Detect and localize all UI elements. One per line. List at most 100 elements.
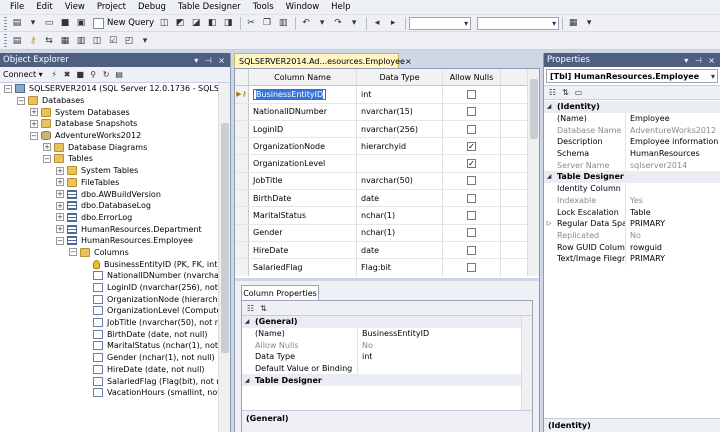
manage-xml-indexes-icon[interactable]: ◫ (90, 34, 104, 47)
property-category[interactable]: ◢ (Identity) (544, 101, 720, 113)
property-row[interactable]: Identity Column (544, 182, 720, 195)
alphabetical-icon[interactable]: ⇅ (258, 303, 269, 314)
data-type-cell[interactable]: nvarchar(256) (357, 120, 443, 138)
xmla-query-icon[interactable]: ◧ (205, 17, 219, 30)
data-type-cell[interactable]: int (357, 86, 443, 103)
categorized-icon[interactable]: ☷ (245, 303, 256, 314)
connect-icon[interactable]: ⚡ (49, 69, 60, 80)
row-selector[interactable] (235, 155, 249, 172)
tab-table-designer[interactable]: SQLSERVER2014.Ad...esources.Employee × (234, 53, 412, 68)
disconnect-icon[interactable]: ✖ (62, 69, 73, 80)
property-row[interactable]: Server Name sqlserver2014 (544, 159, 720, 172)
tree-node[interactable]: + System Databases (0, 106, 219, 118)
dropdown-arrow-icon[interactable]: ▾ (26, 17, 40, 30)
copy-icon[interactable]: ❐ (260, 17, 274, 30)
collapse-icon[interactable]: − (30, 131, 38, 140)
menu-item-edit[interactable]: Edit (30, 2, 58, 12)
undo-dropdown-icon[interactable]: ▾ (315, 17, 329, 30)
menu-item-file[interactable]: File (4, 2, 30, 12)
tree-node[interactable]: + System Tables (0, 165, 219, 177)
property-value[interactable]: rowguid (626, 241, 662, 253)
db-engine-query-icon[interactable]: ◫ (157, 17, 171, 30)
manage-indexes-icon[interactable]: ▦ (58, 34, 72, 47)
property-category[interactable]: ◢ Table Designer (544, 171, 720, 183)
menu-item-debug[interactable]: Debug (132, 2, 172, 12)
navigate-back-icon[interactable]: ◂ (370, 17, 384, 30)
tree-node[interactable]: − Columns (0, 247, 219, 259)
object-explorer-scrollbar[interactable] (218, 83, 230, 432)
tree-node[interactable]: VacationHours (smallint, not (0, 387, 219, 399)
property-row[interactable]: Description Employee information s (544, 136, 720, 148)
data-type-cell[interactable]: hierarchyid (357, 138, 443, 155)
expand-icon[interactable]: + (43, 143, 51, 152)
menu-item-help[interactable]: Help (325, 2, 356, 12)
connect-button[interactable]: Connect ▾ (3, 70, 43, 79)
allow-nulls-checkbox[interactable] (467, 176, 476, 186)
property-category[interactable]: ◢ (General) (242, 316, 532, 328)
column-name-cell[interactable]: BusinessEntityID (249, 86, 357, 103)
property-row[interactable]: Replicated No (544, 229, 720, 242)
toolbox-icon[interactable]: ▾ (582, 17, 596, 30)
property-row[interactable]: Allow Nulls No (242, 339, 532, 352)
allow-nulls-checkbox[interactable] (467, 107, 476, 117)
save-all-icon[interactable]: ▣ (74, 17, 88, 30)
save-icon[interactable]: ■ (58, 17, 72, 30)
table-row[interactable]: OrganizationLevel ✓ (235, 155, 529, 173)
property-value[interactable] (626, 183, 630, 195)
column-name-cell[interactable]: JobTitle (249, 172, 357, 190)
collapse-icon[interactable]: − (56, 236, 64, 245)
row-selector[interactable] (235, 224, 249, 241)
search-combo[interactable] (477, 16, 560, 30)
tree-node[interactable]: + dbo.AWBuildVersion (0, 188, 219, 200)
property-row[interactable]: Data Type int (242, 351, 532, 363)
toolbar-grip[interactable] (4, 34, 7, 47)
generate-script-icon[interactable]: ▤ (10, 34, 24, 47)
menu-item-tools[interactable]: Tools (247, 2, 280, 12)
tree-node[interactable]: BusinessEntityID (PK, FK, int, n (0, 258, 219, 270)
property-row[interactable]: Text/Image Filegr PRIMARY (544, 252, 720, 265)
property-value[interactable]: BusinessEntityID (358, 328, 429, 340)
column-name-header[interactable]: Column Name (249, 69, 357, 86)
allow-nulls-checkbox[interactable] (467, 89, 476, 99)
data-type-cell[interactable]: Flag:bit (357, 259, 443, 276)
property-value[interactable]: PRIMARY (626, 218, 665, 230)
tree-node[interactable]: + Database Snapshots (0, 118, 219, 130)
menu-item-project[interactable]: Project (91, 2, 132, 12)
property-row[interactable]: (Name) Employee (544, 112, 720, 125)
properties-icon[interactable]: ▦ (566, 17, 580, 30)
allow-nulls-checkbox[interactable] (467, 211, 476, 221)
column-name-cell[interactable]: SalariedFlag (249, 259, 357, 276)
row-selector[interactable] (235, 120, 249, 138)
expand-icon[interactable]: + (30, 119, 38, 128)
property-row[interactable]: ▷ Regular Data Spac PRIMARY (544, 217, 720, 230)
expand-icon[interactable]: + (56, 190, 64, 199)
category-toggle-icon[interactable]: ◢ (544, 173, 554, 180)
property-value[interactable]: HumanResources (626, 148, 700, 160)
table-row[interactable]: HireDate date (235, 241, 529, 260)
properties-object-selector[interactable]: [Tbl] HumanResources.Employee (546, 69, 718, 83)
property-value[interactable]: Employee information s (626, 136, 720, 148)
primary-key-icon[interactable]: ▶⚷ (235, 86, 249, 103)
tree-node[interactable]: − AdventureWorks2012 (0, 130, 219, 142)
data-type-header[interactable]: Data Type (357, 69, 443, 86)
column-name-cell[interactable]: OrganizationLevel (249, 155, 357, 172)
paste-icon[interactable]: ▥ (276, 17, 290, 30)
filter-icon[interactable]: ⚲ (88, 69, 99, 80)
grid-scrollbar[interactable] (527, 69, 539, 276)
category-toggle-icon[interactable]: ◢ (242, 377, 252, 384)
data-type-cell[interactable] (357, 155, 443, 172)
table-row[interactable]: Gender nchar(1) (235, 224, 529, 242)
toolbar-overflow-icon[interactable]: ▾ (138, 34, 152, 47)
property-value[interactable]: Yes (626, 195, 643, 207)
expand-icon[interactable]: + (30, 108, 38, 117)
column-name-cell[interactable]: MaritalStatus (249, 207, 357, 224)
collapse-icon[interactable]: − (17, 96, 25, 105)
redo-dropdown-icon[interactable]: ▾ (347, 17, 361, 30)
column-properties-scrollbar[interactable] (521, 316, 532, 410)
property-value[interactable]: int (358, 351, 372, 363)
column-name-cell[interactable]: HireDate (249, 241, 357, 259)
expand-icon[interactable]: + (56, 166, 64, 175)
data-type-cell[interactable]: date (357, 190, 443, 207)
data-type-cell[interactable]: nvarchar(50) (357, 172, 443, 190)
manage-spatial-indexes-icon[interactable]: ◰ (122, 34, 136, 47)
